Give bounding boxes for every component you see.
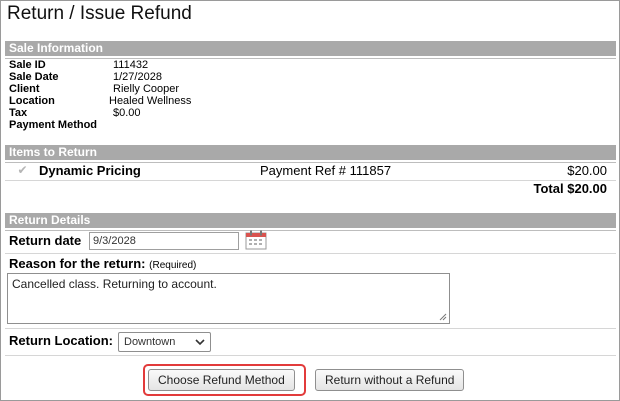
return-location-value: Downtown (124, 336, 176, 348)
resize-handle-icon[interactable] (439, 313, 447, 321)
item-checkbox[interactable]: ✔ (17, 164, 28, 176)
reason-textarea[interactable]: Cancelled class. Returning to account. (7, 273, 450, 324)
item-name: Dynamic Pricing (39, 163, 141, 178)
total-value: $20.00 (567, 181, 607, 196)
return-date-label: Return date (9, 233, 82, 248)
item-amount: $20.00 (567, 163, 607, 178)
choose-refund-method-button[interactable]: Choose Refund Method (148, 369, 295, 391)
total-label: Total (533, 181, 564, 196)
reason-divider (5, 328, 616, 329)
reason-label-text: Reason for the return: (9, 256, 146, 271)
tax-label: Tax (9, 107, 28, 119)
reason-label: Reason for the return: (Required) (9, 256, 196, 271)
reason-text: Cancelled class. Returning to account. (12, 277, 217, 291)
return-without-refund-button[interactable]: Return without a Refund (315, 369, 465, 391)
location-label: Location (9, 95, 55, 107)
items-header: Items to Return (5, 145, 616, 163)
reason-required-hint: (Required) (149, 260, 197, 271)
page-title: Return / Issue Refund (7, 3, 192, 24)
refund-window: Return / Issue Refund Sale Information S… (0, 0, 620, 401)
client-value: Rielly Cooper (113, 83, 180, 95)
payment-method-label: Payment Method (9, 119, 98, 131)
return-location-label: Return Location: (9, 333, 113, 348)
sale-date-value: 1/27/2028 (113, 71, 162, 83)
return-date-input[interactable] (89, 232, 239, 250)
items-total: Total $20.00 (534, 181, 607, 196)
chevron-down-icon (195, 339, 205, 346)
return-location-select[interactable]: Downtown (118, 332, 211, 352)
location-value: Healed Wellness (109, 95, 192, 107)
sale-id-value: 111432 (113, 59, 149, 71)
item-payment-ref: Payment Ref # 111857 (260, 163, 392, 178)
sale-id-label: Sale ID (9, 59, 46, 71)
date-divider (5, 253, 616, 254)
location-divider (5, 355, 616, 356)
sale-date-label: Sale Date (9, 71, 59, 83)
client-label: Client (9, 83, 40, 95)
tax-value: $0.00 (113, 107, 141, 119)
calendar-icon[interactable] (245, 230, 267, 250)
return-details-header: Return Details (5, 213, 616, 231)
items-divider (5, 180, 616, 181)
sale-info-header: Sale Information (5, 41, 616, 59)
